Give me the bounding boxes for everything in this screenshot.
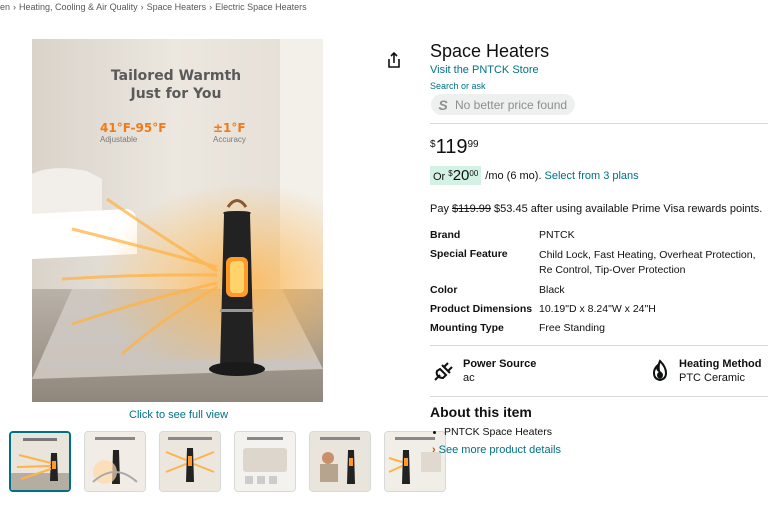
about-bullets: PNTCK Space Heaters	[430, 426, 552, 438]
spec-value: 10.19"D x 8.24"W x 24"H	[539, 303, 656, 315]
store-link[interactable]: Visit the PNTCK Store	[430, 64, 539, 76]
spec-value: PNTCK	[539, 229, 575, 241]
flame-icon	[652, 359, 668, 382]
feature-value: PTC Ceramic	[679, 372, 746, 384]
breadcrumb-separator: ›	[13, 2, 17, 12]
breadcrumb-item[interactable]: Space Heaters	[147, 2, 207, 12]
image-headline-line: Tailored Warmth	[110, 68, 242, 84]
see-more-details-link[interactable]: › See more product details	[432, 444, 561, 456]
spec-value: Black	[539, 284, 565, 296]
old-price: $119.99	[452, 203, 491, 215]
rewards-pay-line: Pay $119.99 $53.45 after using available…	[430, 203, 762, 215]
chevron-right-icon: ›	[432, 444, 436, 456]
share-icon[interactable]	[385, 51, 403, 69]
divider	[430, 123, 768, 124]
thumbnail[interactable]	[84, 431, 146, 492]
product-title: Space Heaters	[430, 41, 550, 61]
price-whole: 119	[435, 136, 468, 158]
thumbnail[interactable]	[159, 431, 221, 492]
image-accuracy: ±1°F	[213, 121, 246, 135]
spec-label: Special Feature	[430, 248, 508, 260]
monthly-whole: 20	[452, 167, 470, 184]
monthly-payment: Or $ 20 00 /mo (6 mo). Select from 3 pla…	[430, 166, 639, 185]
price: $ 119 99	[430, 136, 479, 158]
thumbnail[interactable]	[384, 431, 446, 492]
spec-row: Brand PNTCK	[430, 229, 767, 242]
plug-icon	[434, 362, 453, 381]
spec-label: Mounting Type	[430, 322, 504, 334]
breadcrumb-item[interactable]: Electric Space Heaters	[215, 2, 307, 12]
spec-value: Free Standing	[539, 322, 605, 334]
about-title: About this item	[430, 404, 532, 420]
spec-row: Special Feature Child Lock, Fast Heating…	[430, 248, 767, 278]
pay-suffix: $53.45 after using available Prime Visa …	[494, 203, 763, 215]
spec-row: Mounting Type Free Standing	[430, 322, 767, 335]
image-temperature-range: 41°F-95°F	[100, 121, 167, 135]
monthly-fraction: 00	[469, 169, 479, 178]
main-product-image[interactable]: Tailored Warmth Just for You 41°F-95°F A…	[32, 39, 323, 402]
monthly-or: Or	[433, 171, 446, 183]
monthly-term: /mo (6 mo).	[485, 169, 542, 182]
bullet-text: PNTCK Space Heaters	[444, 426, 552, 438]
see-more-text: See more product details	[438, 444, 561, 456]
image-accuracy-caption: Accuracy	[213, 135, 246, 144]
feature-power-source: Power Source ac	[432, 357, 536, 385]
spec-label: Product Dimensions	[430, 303, 533, 315]
s-logo-icon: S	[438, 96, 448, 113]
list-item: PNTCK Space Heaters	[430, 426, 552, 438]
search-or-ask-link[interactable]: Search or ask	[430, 81, 486, 91]
thumbnail[interactable]	[234, 431, 296, 492]
image-headline: Tailored Warmth Just for You	[96, 67, 256, 103]
product-specs-table: Brand PNTCK Special Feature Child Lock, …	[430, 229, 767, 341]
breadcrumb-separator: ›	[140, 2, 144, 12]
monthly-price-highlight: Or $ 20 00	[430, 166, 482, 185]
breadcrumb-separator: ›	[209, 2, 213, 12]
price-status-text: No better price found	[455, 97, 568, 112]
bullet-icon	[433, 430, 436, 434]
thumbnail[interactable]	[309, 431, 371, 492]
divider	[430, 345, 768, 346]
breadcrumb-item[interactable]: en	[0, 2, 10, 12]
feature-heating-method: Heating Method PTC Ceramic	[648, 357, 762, 385]
spec-row: Product Dimensions 10.19"D x 8.24"W x 24…	[430, 303, 767, 316]
spec-label: Color	[430, 284, 458, 296]
image-range-caption: Adjustable	[100, 135, 138, 144]
breadcrumb: en › Heating, Cooling & Air Quality › Space …	[0, 2, 307, 12]
thumbnail-strip	[9, 431, 446, 492]
spec-row: Color Black	[430, 284, 767, 297]
feature-value: ac	[463, 372, 475, 384]
thumbnail[interactable]	[9, 431, 71, 492]
full-view-link[interactable]: Click to see full view	[129, 409, 228, 421]
image-headline-line: Just for You	[130, 86, 222, 102]
divider	[430, 396, 768, 397]
spec-label: Brand	[430, 229, 461, 241]
breadcrumb-item[interactable]: Heating, Cooling & Air Quality	[19, 2, 138, 12]
feature-name: Heating Method	[679, 358, 762, 370]
pay-prefix: Pay	[430, 203, 449, 215]
select-plans-link[interactable]: Select from 3 plans	[545, 170, 639, 182]
price-status-badge[interactable]: S No better price found	[431, 94, 576, 115]
feature-name: Power Source	[463, 358, 537, 370]
spec-value: Child Lock, Fast Heating, Overheat Prote…	[539, 249, 756, 276]
price-fraction: 99	[467, 139, 479, 150]
